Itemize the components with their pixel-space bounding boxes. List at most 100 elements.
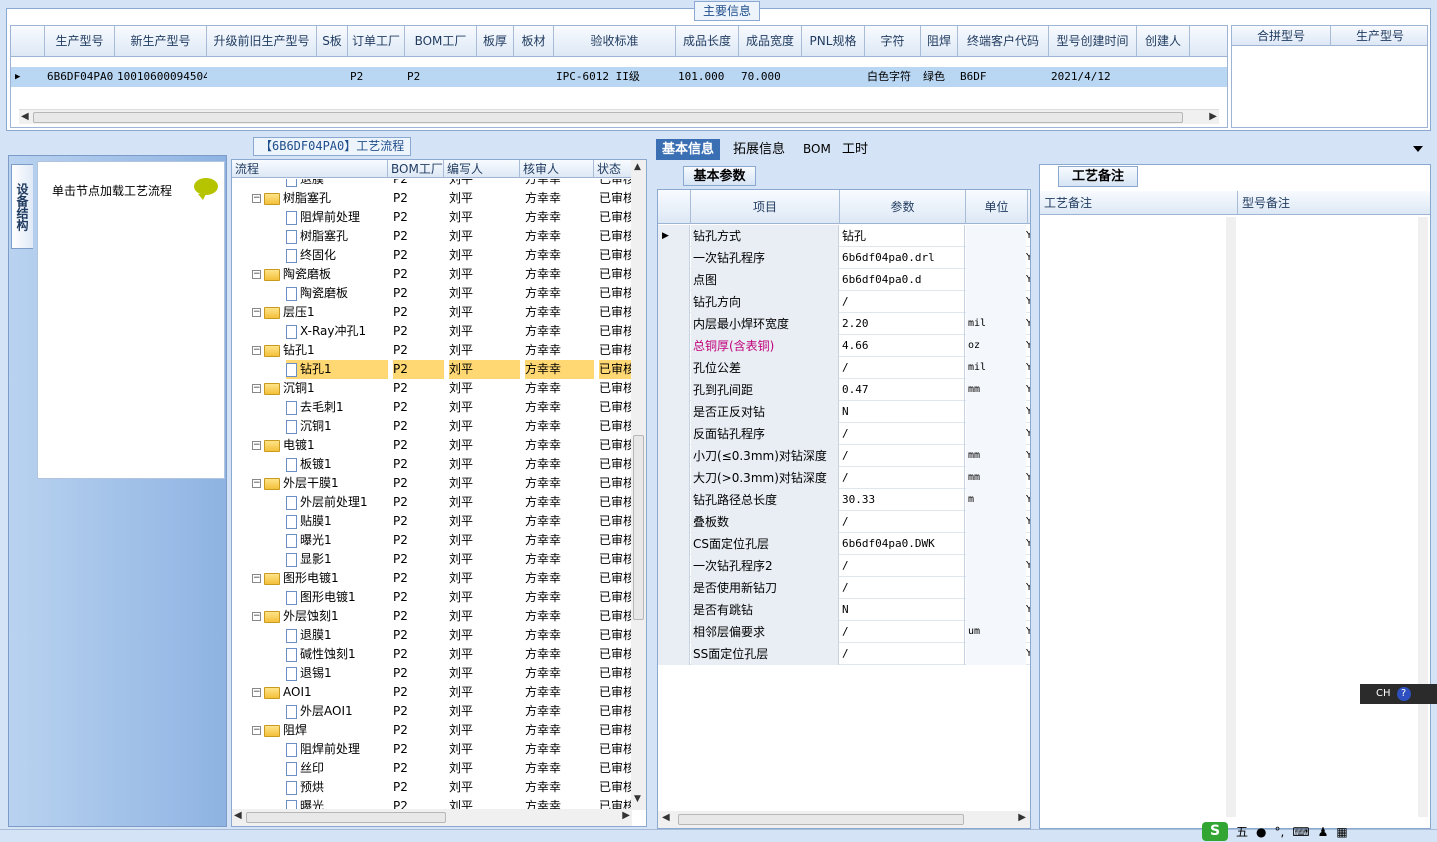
tree-cell-author[interactable]: 刘平 [449, 797, 520, 809]
tree-cell-reviewer[interactable]: 方幸幸 [525, 179, 594, 189]
tree-row[interactable]: 钻孔1 P2 刘平 方幸幸 已审核 [232, 360, 632, 379]
basic-params-grid[interactable]: 项目 参数 单位 ▶钻孔方式钻孔Y一次钻孔程序6b6df04pa0.drlY点图… [657, 189, 1031, 829]
tree-cell-author[interactable]: 刘平 [449, 493, 520, 512]
collapse-icon[interactable]: − [252, 346, 261, 355]
column-header[interactable]: 升级前旧生产型号 [207, 26, 317, 57]
scroll-left-icon[interactable]: ◀ [662, 812, 670, 823]
param-value[interactable]: 30.33 [840, 489, 965, 511]
column-header[interactable]: 型号创建时间 [1049, 26, 1137, 57]
table-cell[interactable]: 白色字符 [865, 67, 921, 87]
tree-cell-reviewer[interactable]: 方幸幸 [525, 322, 594, 341]
tree-node-label[interactable]: 丝印 [300, 759, 324, 778]
tree-cell-bom[interactable]: P2 [393, 246, 444, 265]
tree-cell-status[interactable]: 已审核 [599, 474, 632, 493]
tree-row[interactable]: 预烘 P2 刘平 方幸幸 已审核 [232, 778, 632, 797]
sogou-logo-icon[interactable]: S [1202, 822, 1228, 841]
tree-node-label[interactable]: 碱性蚀刻1 [300, 645, 356, 664]
collapse-icon[interactable]: − [252, 270, 261, 279]
tree-cell-bom[interactable]: P2 [393, 436, 444, 455]
tree-cell-author[interactable]: 刘平 [449, 721, 520, 740]
tree-cell-author[interactable]: 刘平 [449, 531, 520, 550]
param-row[interactable]: CS面定位孔层6b6df04pa0.DWK Y [658, 533, 1030, 555]
tree-node-label[interactable]: 树脂塞孔 [300, 227, 348, 246]
tree-cell-status[interactable]: 已审核 [599, 626, 632, 645]
param-value[interactable]: 6b6df04pa0.d [840, 269, 965, 291]
tree-cell-reviewer[interactable]: 方幸幸 [525, 284, 594, 303]
tree-cell-reviewer[interactable]: 方幸幸 [525, 645, 594, 664]
tree-cell-reviewer[interactable]: 方幸幸 [525, 531, 594, 550]
tree-cell-status[interactable]: 已审核 [599, 208, 632, 227]
tab-basic-info[interactable]: 基本信息 [656, 139, 721, 160]
tree-cell-reviewer[interactable]: 方幸幸 [525, 436, 594, 455]
scroll-left-icon[interactable]: ◀ [21, 111, 29, 122]
tree-node-label[interactable]: 树脂塞孔 [283, 189, 331, 208]
tree-cell-bom[interactable]: P2 [393, 778, 444, 797]
row-selector[interactable] [658, 269, 690, 291]
tree-node-label[interactable]: 图形电镀1 [300, 588, 356, 607]
tree-cell-author[interactable]: 刘平 [449, 455, 520, 474]
tree-cell-reviewer[interactable]: 方幸幸 [525, 379, 594, 398]
column-header[interactable]: 终端客户代码 [958, 26, 1049, 57]
params-grid-hscrollbar[interactable]: ◀ ▶ [658, 811, 1030, 828]
tree-row[interactable]: 阻焊前处理 P2 刘平 方幸幸 已审核 [232, 208, 632, 227]
chevron-down-icon[interactable] [1413, 146, 1423, 152]
tree-cell-status[interactable]: 已审核 [599, 759, 632, 778]
column-header[interactable]: 成品宽度 [739, 26, 802, 57]
param-row[interactable]: 是否有跳钻N Y [658, 599, 1030, 621]
tree-row[interactable]: 显影1 P2 刘平 方幸幸 已审核 [232, 550, 632, 569]
tree-row[interactable]: 外层AOI1 P2 刘平 方幸幸 已审核 [232, 702, 632, 721]
tree-cell-bom[interactable]: P2 [393, 721, 444, 740]
collapse-icon[interactable]: − [252, 726, 261, 735]
tree-row[interactable]: 碱性蚀刻1 P2 刘平 方幸幸 已审核 [232, 645, 632, 664]
tree-cell-bom[interactable]: P2 [393, 322, 444, 341]
tree-cell-status[interactable]: 已审核 [599, 778, 632, 797]
scroll-thumb[interactable] [33, 112, 1183, 123]
row-selector[interactable] [658, 401, 690, 423]
tree-cell-bom[interactable]: P2 [393, 759, 444, 778]
param-value[interactable]: / [840, 357, 965, 379]
tree-cell-status[interactable]: 已审核 [599, 379, 632, 398]
col-item[interactable]: 项目 [691, 190, 840, 224]
column-header[interactable]: 生产型号 [45, 26, 115, 57]
scroll-left-icon[interactable]: ◀ [234, 810, 242, 821]
row-selector[interactable] [658, 423, 690, 445]
tree-cell-author[interactable]: 刘平 [449, 265, 520, 284]
tree-row[interactable]: − 层压1 P2 刘平 方幸幸 已审核 [232, 303, 632, 322]
param-value[interactable]: / [840, 445, 965, 467]
tree-row[interactable]: 阻焊前处理 P2 刘平 方幸幸 已审核 [232, 740, 632, 759]
tree-row[interactable]: − 电镀1 P2 刘平 方幸幸 已审核 [232, 436, 632, 455]
tree-node-label[interactable]: 退膜 [300, 179, 324, 189]
tree-node-label[interactable]: 贴膜1 [300, 512, 332, 531]
tree-node-label[interactable]: 陶瓷磨板 [283, 265, 331, 284]
tree-cell-status[interactable]: 已审核 [599, 246, 632, 265]
model-grid[interactable]: 生产型号 新生产型号 升级前旧生产型号 S板 订单工厂 BOM工厂 板厚 板材 验收标准 成品长度… [10, 25, 1228, 128]
table-cell[interactable]: P2 [405, 67, 477, 87]
scroll-thumb[interactable] [633, 435, 644, 620]
collapse-icon[interactable]: − [252, 688, 261, 697]
column-header[interactable]: S板 [317, 26, 348, 57]
tree-row[interactable]: − 沉铜1 P2 刘平 方幸幸 已审核 [232, 379, 632, 398]
tree-cell-author[interactable]: 刘平 [449, 379, 520, 398]
tree-cell-reviewer[interactable]: 方幸幸 [525, 740, 594, 759]
param-value[interactable]: / [840, 467, 965, 489]
process-tree-vscrollbar[interactable]: ▲ ▼ [631, 160, 646, 810]
table-cell[interactable]: 70.000 [739, 67, 802, 87]
tree-cell-bom[interactable]: P2 [393, 588, 444, 607]
table-row[interactable]: 6B6DF04PA0 10010600094504 P2 P2 IPC-6012 II级… [11, 67, 1227, 87]
collapse-icon[interactable]: − [252, 441, 261, 450]
param-value[interactable]: 2.20 [840, 313, 965, 335]
tree-cell-reviewer[interactable]: 方幸幸 [525, 474, 594, 493]
tree-node-label[interactable]: 阻焊前处理 [300, 740, 360, 759]
moon-icon[interactable]: ● [1256, 825, 1266, 839]
tree-node-label[interactable]: 沉铜1 [300, 417, 332, 436]
tree-node-label[interactable]: 外层干膜1 [283, 474, 339, 493]
tree-cell-author[interactable]: 刘平 [449, 550, 520, 569]
tree-row[interactable]: 贴膜1 P2 刘平 方幸幸 已审核 [232, 512, 632, 531]
tree-cell-status[interactable]: 已审核 [599, 265, 632, 284]
tree-cell-status[interactable]: 已审核 [599, 284, 632, 303]
tree-cell-bom[interactable]: P2 [393, 607, 444, 626]
tree-cell-author[interactable]: 刘平 [449, 341, 520, 360]
param-row[interactable]: 孔到孔间距0.47mmY [658, 379, 1030, 401]
column-header[interactable]: 板厚 [477, 26, 514, 57]
tree-cell-bom[interactable]: P2 [393, 341, 444, 360]
